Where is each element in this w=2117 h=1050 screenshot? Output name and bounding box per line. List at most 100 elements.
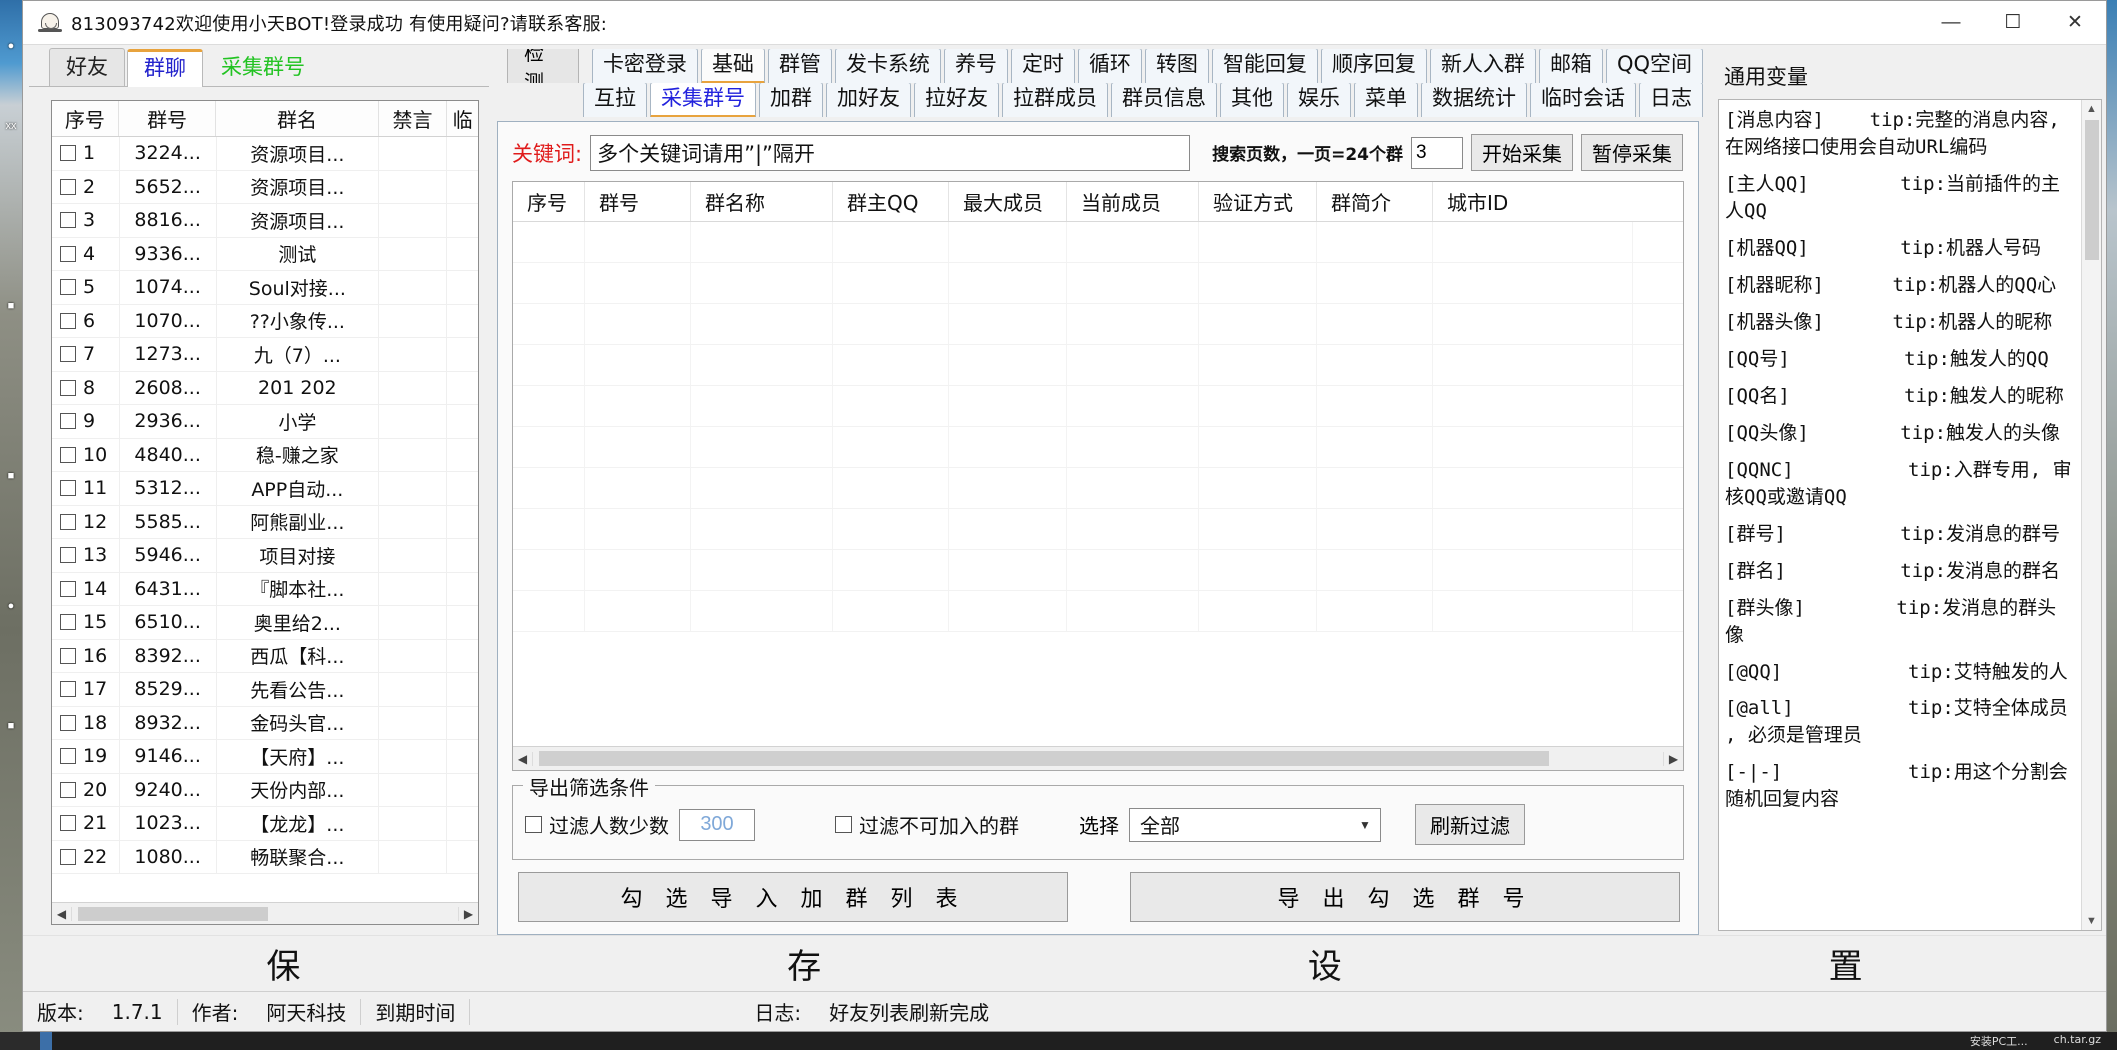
- checkbox-icon[interactable]: [60, 246, 76, 262]
- import-to-join-list-button[interactable]: 勾 选 导 入 加 群 列 表: [518, 872, 1068, 922]
- tab-primary-6[interactable]: 循环: [1078, 49, 1142, 83]
- table-row[interactable]: 188932...金码头官...: [52, 707, 478, 741]
- group-list-rows[interactable]: 13224...资源项目...25652...资源项目...38816...资源…: [52, 137, 478, 902]
- hscroll-thumb[interactable]: [78, 907, 268, 921]
- tab-primary-0[interactable]: 卡密登录: [592, 49, 698, 83]
- variable-item[interactable]: [-|-] tip:用这个分割会随机回复内容: [1723, 754, 2077, 818]
- checkbox-icon[interactable]: [60, 380, 76, 396]
- tab-secondary-9[interactable]: 菜单: [1354, 83, 1418, 117]
- checkbox-icon[interactable]: [60, 715, 76, 731]
- grid-scroll-left-icon[interactable]: ◀: [513, 752, 533, 766]
- grid-empty-row[interactable]: [513, 263, 1683, 304]
- tab-secondary-8[interactable]: 娱乐: [1287, 83, 1351, 117]
- checkbox-icon[interactable]: [60, 514, 76, 530]
- pause-collect-button[interactable]: 暂停采集: [1581, 134, 1683, 171]
- row-index-cell[interactable]: 6: [52, 305, 120, 338]
- min-members-input[interactable]: 300: [679, 809, 755, 841]
- variable-item[interactable]: [群头像] tip:发消息的群头像: [1723, 590, 2077, 654]
- row-index-cell[interactable]: 20: [52, 774, 120, 807]
- band-word-2[interactable]: 存: [544, 939, 1065, 988]
- row-index-cell[interactable]: 1: [52, 137, 120, 170]
- variable-item[interactable]: [群号] tip:发消息的群号: [1723, 516, 2077, 553]
- band-word-1[interactable]: 保: [23, 939, 544, 988]
- tab-secondary-2[interactable]: 加群: [759, 83, 823, 117]
- table-row[interactable]: 38816...资源项目...: [52, 204, 478, 238]
- tab-primary-4[interactable]: 养号: [944, 49, 1008, 83]
- close-button[interactable]: ✕: [2044, 1, 2106, 44]
- variables-list[interactable]: [消息内容] tip:完整的消息内容,在网络接口使用会自动URL编码[主人QQ]…: [1718, 99, 2102, 931]
- table-row[interactable]: 221080...畅联聚合...: [52, 841, 478, 875]
- row-index-cell[interactable]: 10: [52, 439, 120, 472]
- tab-secondary-6[interactable]: 群员信息: [1111, 83, 1217, 117]
- start-collect-button[interactable]: 开始采集: [1471, 134, 1573, 171]
- results-grid-rows[interactable]: [513, 222, 1683, 746]
- variables-scrollbar[interactable]: ▲ ▼: [2081, 100, 2101, 930]
- table-row[interactable]: 209240...天份内部...: [52, 774, 478, 808]
- checkbox-icon[interactable]: [60, 212, 76, 228]
- checkbox-icon[interactable]: [60, 480, 76, 496]
- row-index-cell[interactable]: 21: [52, 807, 120, 840]
- detect-button[interactable]: 检 测: [507, 49, 579, 83]
- tab-secondary-7[interactable]: 其他: [1220, 83, 1284, 117]
- tab-friends[interactable]: 好友: [49, 48, 125, 86]
- results-grid-hscrollbar[interactable]: ◀ ▶: [513, 746, 1683, 770]
- table-row[interactable]: 92936...小学: [52, 405, 478, 439]
- variable-item[interactable]: [@all] tip:艾特全体成员 , 必须是管理员: [1723, 690, 2077, 754]
- table-row[interactable]: 125585...阿熊副业...: [52, 506, 478, 540]
- tab-secondary-3[interactable]: 加好友: [826, 83, 911, 117]
- grid-hscroll-thumb[interactable]: [539, 751, 1549, 766]
- table-row[interactable]: 135946...项目对接: [52, 539, 478, 573]
- checkbox-icon[interactable]: [60, 849, 76, 865]
- tab-primary-2[interactable]: 群管: [768, 49, 832, 83]
- variable-item[interactable]: [机器昵称] tip:机器人的QQ心: [1723, 267, 2077, 304]
- pages-input[interactable]: 3: [1411, 137, 1463, 169]
- table-row[interactable]: 49336...测试: [52, 238, 478, 272]
- grid-empty-row[interactable]: [513, 304, 1683, 345]
- table-row[interactable]: 61070...??小象传...: [52, 305, 478, 339]
- tab-secondary-0[interactable]: 互拉: [583, 83, 647, 117]
- scroll-left-icon[interactable]: ◀: [52, 907, 72, 921]
- grid-empty-row[interactable]: [513, 550, 1683, 591]
- checkbox-icon[interactable]: [60, 145, 76, 161]
- variable-item[interactable]: [QQ头像] tip:触发人的头像: [1723, 415, 2077, 452]
- row-index-cell[interactable]: 2: [52, 171, 120, 204]
- checkbox-icon[interactable]: [835, 816, 852, 833]
- tab-secondary-1[interactable]: 采集群号: [650, 83, 756, 117]
- tab-secondary-5[interactable]: 拉群成员: [1002, 83, 1108, 117]
- maximize-button[interactable]: ☐: [1982, 1, 2044, 44]
- scroll-up-icon[interactable]: ▲: [2086, 100, 2097, 118]
- row-index-cell[interactable]: 7: [52, 338, 120, 371]
- chevron-down-icon[interactable]: ▼: [1350, 809, 1380, 841]
- row-index-cell[interactable]: 13: [52, 539, 120, 572]
- row-index-cell[interactable]: 16: [52, 640, 120, 673]
- tab-primary-8[interactable]: 智能回复: [1212, 49, 1318, 83]
- table-row[interactable]: 146431...『脚本社...: [52, 573, 478, 607]
- tab-secondary-4[interactable]: 拉好友: [914, 83, 999, 117]
- checkbox-icon[interactable]: [60, 179, 76, 195]
- variable-item[interactable]: [群名] tip:发消息的群名: [1723, 553, 2077, 590]
- checkbox-icon[interactable]: [525, 816, 542, 833]
- row-index-cell[interactable]: 12: [52, 506, 120, 539]
- tab-primary-10[interactable]: 新人入群: [1430, 49, 1536, 83]
- grid-empty-row[interactable]: [513, 509, 1683, 550]
- start-button[interactable]: [0, 1032, 40, 1050]
- checkbox-icon[interactable]: [60, 581, 76, 597]
- grid-empty-row[interactable]: [513, 591, 1683, 632]
- row-index-cell[interactable]: 18: [52, 707, 120, 740]
- filter-min-members-checkbox[interactable]: 过滤人数少数: [525, 810, 669, 839]
- scroll-right-icon[interactable]: ▶: [458, 907, 478, 921]
- tab-groupchat[interactable]: 群聊: [127, 49, 203, 87]
- variables-scroll-thumb[interactable]: [2085, 120, 2099, 260]
- grid-empty-row[interactable]: [513, 386, 1683, 427]
- row-index-cell[interactable]: 14: [52, 573, 120, 606]
- tab-secondary-11[interactable]: 临时会话: [1530, 83, 1636, 117]
- grid-empty-row[interactable]: [513, 427, 1683, 468]
- checkbox-icon[interactable]: [60, 547, 76, 563]
- tab-primary-12[interactable]: QQ空间: [1606, 49, 1703, 83]
- grid-scroll-right-icon[interactable]: ▶: [1663, 752, 1683, 766]
- tab-collect-group-numbers[interactable]: 采集群号: [205, 49, 321, 86]
- checkbox-icon[interactable]: [60, 346, 76, 362]
- minimize-button[interactable]: —: [1920, 1, 1982, 44]
- grid-empty-row[interactable]: [513, 345, 1683, 386]
- filter-unjoinable-checkbox[interactable]: 过滤不可加入的群: [835, 810, 1019, 839]
